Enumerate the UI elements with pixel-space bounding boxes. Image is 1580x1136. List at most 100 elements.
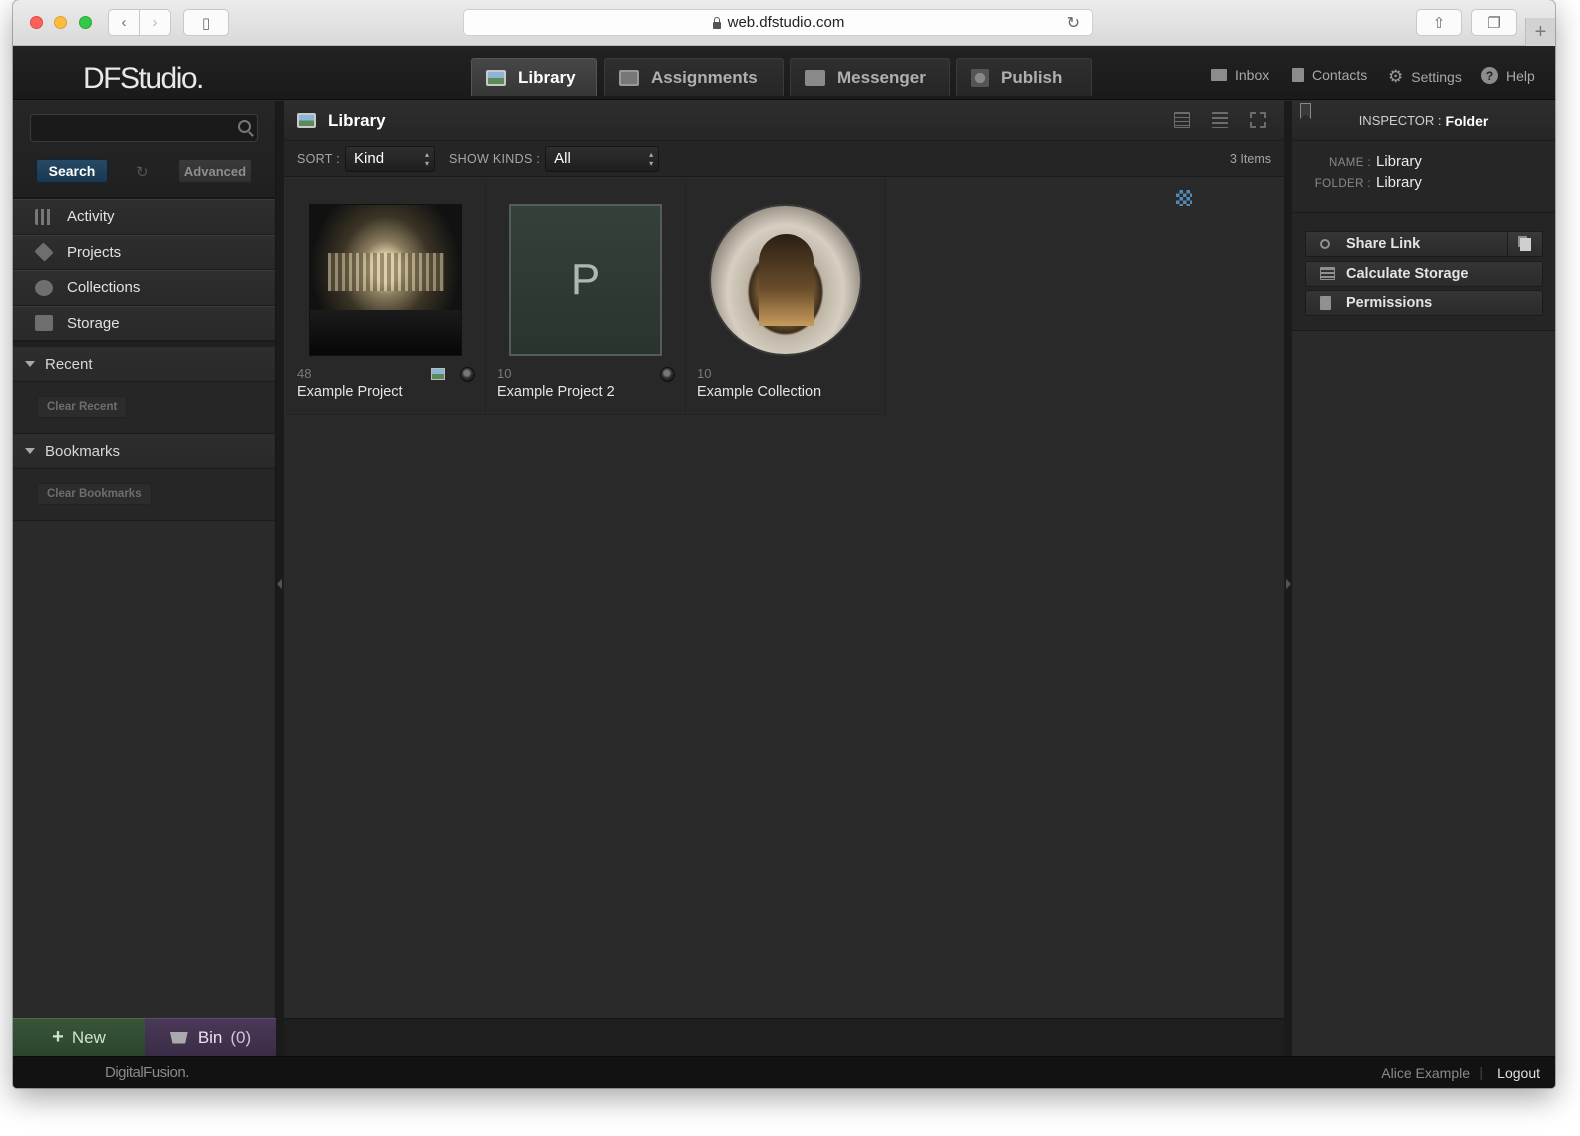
new-tab-button[interactable]: + (1525, 18, 1555, 46)
library-icon (297, 113, 316, 128)
bookmark-icon[interactable] (1300, 103, 1311, 119)
library-header: Library (284, 101, 1284, 206)
new-button[interactable]: + New (13, 1018, 145, 1056)
bookmarks-section-header[interactable]: Bookmarks (13, 434, 275, 469)
new-label: New (71, 1027, 106, 1047)
sort-label: SORT : (297, 151, 341, 166)
sidebar-toggle-button[interactable]: ▯ (183, 9, 229, 36)
logout-link[interactable]: Logout (1497, 1065, 1540, 1081)
copy-link-button[interactable] (1507, 231, 1543, 257)
forward-button[interactable]: › (139, 9, 171, 36)
copy-icon (1519, 237, 1531, 251)
sidebar-bottom-bar: + New Bin (0) (13, 1018, 276, 1056)
assignments-icon (619, 69, 639, 86)
sidebar-item-label: Storage (67, 314, 120, 332)
grid-view-icon[interactable] (1176, 190, 1192, 206)
projects-layers-icon (34, 242, 54, 262)
sidebar-item-storage[interactable]: Storage (13, 305, 275, 341)
detail-view-icon[interactable] (1174, 112, 1190, 128)
recent-title: Recent (45, 355, 93, 373)
advanced-search-button[interactable]: Advanced (178, 159, 252, 183)
library-footer-bar (284, 1018, 1284, 1056)
permissions-label: Permissions (1346, 295, 1433, 311)
project-badge-icon (460, 367, 475, 382)
tab-library[interactable]: Library (471, 58, 597, 96)
publish-icon (971, 68, 989, 87)
sort-value: Kind (354, 150, 385, 167)
tabs-icon: ❐ (1487, 14, 1501, 32)
clear-bookmarks-button[interactable]: Clear Bookmarks (37, 483, 152, 505)
property-row: NAME : Library (1292, 153, 1555, 174)
tab-assignments[interactable]: Assignments (604, 58, 784, 96)
search-button[interactable]: Search (36, 159, 108, 183)
permissions-button[interactable]: Permissions (1305, 290, 1543, 316)
chevron-left-icon: ‹ (121, 14, 127, 31)
list-view-icon[interactable] (1212, 112, 1228, 128)
reset-search-icon[interactable]: ↻ (136, 163, 149, 181)
item-count-badge: 48 (297, 366, 312, 381)
bookmarks-section: Clear Bookmarks (13, 469, 275, 521)
sort-select[interactable]: Kind (345, 145, 436, 172)
share-link-button[interactable]: Share Link (1305, 231, 1543, 257)
library-grid: 48 Example Project P 10 Example Project … (286, 179, 886, 415)
calculate-storage-button[interactable]: Calculate Storage (1305, 260, 1543, 287)
tab-messenger[interactable]: Messenger (790, 58, 950, 96)
tab-label: Library (518, 67, 576, 87)
clear-recent-button[interactable]: Clear Recent (37, 396, 128, 418)
footer-separator: | (1479, 1064, 1483, 1080)
bin-button[interactable]: Bin (0) (145, 1018, 276, 1056)
calculate-storage-label: Calculate Storage (1346, 265, 1469, 282)
address-bar[interactable]: web.dfstudio.com ↻ (463, 9, 1093, 36)
maximize-window-button[interactable] (79, 16, 92, 29)
page-title: Library (328, 110, 386, 130)
reload-icon[interactable]: ↻ (1067, 13, 1080, 33)
property-key: NAME : (1328, 157, 1371, 169)
browser-toolbar: ‹ › ▯ web.dfstudio.com ↻ ⇧ ❐ + (13, 0, 1555, 46)
view-mode-buttons (1174, 112, 1266, 206)
sidebar-item-label: Activity (67, 208, 115, 226)
right-splitter[interactable] (1284, 101, 1292, 1056)
inbox-link[interactable]: Inbox (1211, 67, 1269, 83)
sidebar-item-activity[interactable]: Activity (13, 199, 275, 235)
url-text: web.dfstudio.com (727, 14, 845, 31)
search-input[interactable] (30, 114, 258, 142)
close-window-button[interactable] (30, 16, 43, 29)
help-link[interactable]: ? Help (1481, 67, 1535, 84)
share-icon: ⇧ (1432, 14, 1446, 32)
bookmarks-title: Bookmarks (45, 442, 121, 460)
share-link-label: Share Link (1346, 236, 1421, 252)
inspector-header: INSPECTOR : Folder (1292, 101, 1555, 141)
library-item[interactable]: P 10 Example Project 2 (486, 179, 686, 415)
collections-stack-icon (35, 279, 53, 296)
left-splitter[interactable] (276, 101, 284, 1056)
share-button[interactable]: ⇧ (1416, 9, 1462, 36)
collection-thumbnail (709, 204, 862, 356)
property-row: FOLDER : Library (1292, 174, 1555, 195)
item-name: Example Collection (697, 384, 822, 400)
item-name: Example Project (297, 384, 403, 400)
dfstudio-logo[interactable]: DFStudio. (83, 62, 204, 96)
show-kinds-select[interactable]: All (545, 145, 660, 172)
recent-section-header[interactable]: Recent (13, 347, 275, 382)
sidebar-item-label: Collections (67, 279, 141, 297)
tab-label: Publish (1001, 67, 1063, 87)
property-value: Library (1376, 174, 1422, 191)
library-item[interactable]: 10 Example Collection (686, 179, 886, 415)
inbox-icon (1211, 69, 1227, 81)
sidebar-item-projects[interactable]: Projects (13, 234, 275, 270)
settings-link[interactable]: ⚙ Settings (1388, 67, 1462, 87)
sidebar-item-collections[interactable]: Collections (13, 270, 275, 306)
tab-publish[interactable]: Publish (956, 58, 1092, 96)
app-footer: DigitalFusion. Alice Example | Logout (13, 1056, 1555, 1088)
minimize-window-button[interactable] (54, 16, 67, 29)
library-item[interactable]: 48 Example Project (286, 179, 486, 415)
library-icon (486, 69, 506, 86)
chevron-right-icon: › (152, 14, 158, 31)
back-button[interactable]: ‹ (108, 9, 140, 36)
tab-label: Assignments (651, 67, 758, 87)
fullscreen-icon[interactable] (1250, 112, 1266, 128)
basket-icon (169, 1031, 188, 1044)
inspector-actions: Share Link Calculate Storage Permissions (1292, 213, 1555, 331)
contacts-link[interactable]: Contacts (1292, 67, 1367, 83)
show-tabs-button[interactable]: ❐ (1471, 9, 1517, 36)
